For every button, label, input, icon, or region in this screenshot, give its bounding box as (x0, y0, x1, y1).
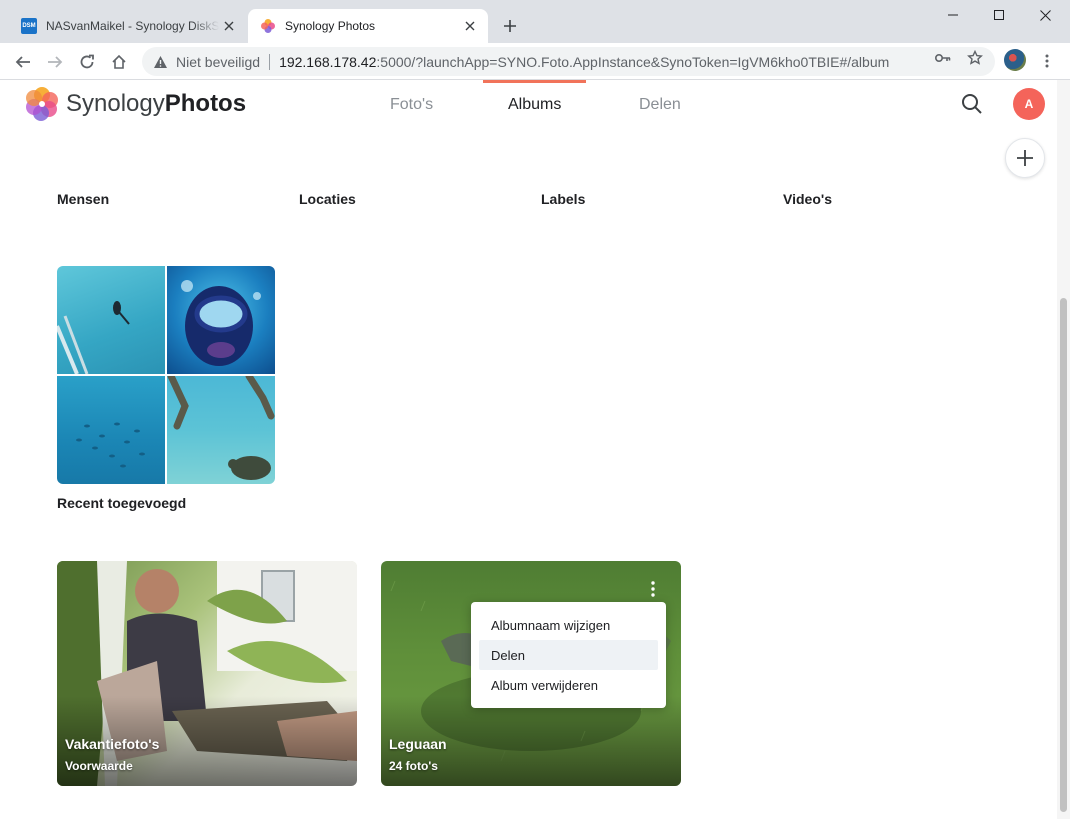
active-tab-indicator (483, 80, 586, 83)
brand-light: Synology (66, 90, 165, 117)
album-card-vakantiefotos[interactable]: Vakantiefoto's Voorwaarde (57, 561, 357, 786)
synology-photos-logo-icon[interactable] (24, 86, 60, 122)
browser-menu-icon[interactable] (1038, 52, 1056, 70)
recent-album-thumbnail[interactable] (57, 266, 275, 484)
category-mensen[interactable]: Mensen (57, 191, 109, 207)
scrollbar-thumb[interactable] (1060, 298, 1067, 812)
album-more-options-icon[interactable] (643, 577, 663, 601)
album-name: Leguaan (389, 736, 447, 752)
key-icon[interactable] (934, 49, 952, 67)
browser-profile-avatar[interactable] (1004, 49, 1026, 71)
album-context-menu: Albumnaam wijzigen Delen Album verwijder… (471, 602, 666, 708)
minimize-window-button[interactable] (930, 0, 976, 30)
user-avatar[interactable]: A (1013, 88, 1045, 120)
browser-tab-photos[interactable]: Synology Photos (248, 9, 488, 43)
menu-item-share[interactable]: Delen (479, 640, 658, 670)
close-tab-icon[interactable] (219, 16, 239, 36)
tab-title: Synology Photos (285, 19, 376, 33)
tab-fotos[interactable]: Foto's (390, 96, 433, 114)
album-subtitle: 24 foto's (389, 759, 438, 773)
bookmark-star-icon[interactable] (966, 49, 984, 67)
recent-album-title[interactable]: Recent toegevoegd (57, 495, 186, 511)
menu-item-delete-album[interactable]: Album verwijderen (479, 670, 658, 700)
tab-title: NASvanMaikel - Synology DiskStation (46, 19, 219, 33)
warning-icon[interactable] (152, 54, 168, 70)
app-brand[interactable]: SynologyPhotos (66, 90, 246, 118)
url-host: 192.168.178.42 (279, 53, 377, 70)
tab-delen[interactable]: Delen (639, 96, 681, 114)
album-name: Vakantiefoto's (65, 736, 160, 752)
browser-tab-dsm[interactable]: DSM NASvanMaikel - Synology DiskStation (9, 9, 247, 43)
forward-button[interactable] (41, 48, 69, 76)
omnibox-separator (269, 53, 271, 70)
photo-thumbnail (57, 266, 165, 375)
dsm-favicon-icon: DSM (21, 18, 37, 34)
add-button[interactable] (1005, 138, 1045, 178)
maximize-window-button[interactable] (976, 0, 1022, 30)
not-secure-label: Niet beveiligd (176, 53, 261, 70)
new-tab-button[interactable] (498, 14, 522, 38)
browser-tabstrip: DSM NASvanMaikel - Synology DiskStation … (0, 0, 1070, 43)
home-button[interactable] (105, 48, 133, 76)
url-path: :5000/?launchApp=SYNO.Foto.AppInstance&S… (376, 53, 890, 70)
search-icon[interactable] (960, 92, 984, 116)
photo-thumbnail (57, 376, 165, 484)
close-window-button[interactable] (1022, 0, 1068, 30)
synology-photos-favicon-icon (260, 18, 276, 34)
category-videos[interactable]: Video's (783, 191, 832, 207)
back-button[interactable] (9, 48, 37, 76)
reload-button[interactable] (73, 48, 101, 76)
close-tab-icon[interactable] (460, 16, 480, 36)
url-text[interactable]: 192.168.178.42:5000/?launchApp=SYNO.Foto… (279, 54, 889, 70)
category-locaties[interactable]: Locaties (299, 191, 356, 207)
album-subtitle: Voorwaarde (65, 759, 133, 773)
photo-thumbnail (167, 266, 275, 374)
menu-item-rename-album[interactable]: Albumnaam wijzigen (479, 610, 658, 640)
category-labels[interactable]: Labels (541, 191, 585, 207)
plus-icon (1017, 150, 1033, 166)
photo-thumbnail (167, 372, 275, 484)
tab-albums[interactable]: Albums (508, 96, 561, 114)
brand-bold: Photos (164, 90, 247, 117)
browser-toolbar: Niet beveiligd 192.168.178.42:5000/?laun… (0, 43, 1070, 80)
app-header: SynologyPhotos Foto's Albums Delen A (0, 80, 1070, 130)
address-bar[interactable]: Niet beveiligd 192.168.178.42:5000/?laun… (142, 47, 995, 76)
